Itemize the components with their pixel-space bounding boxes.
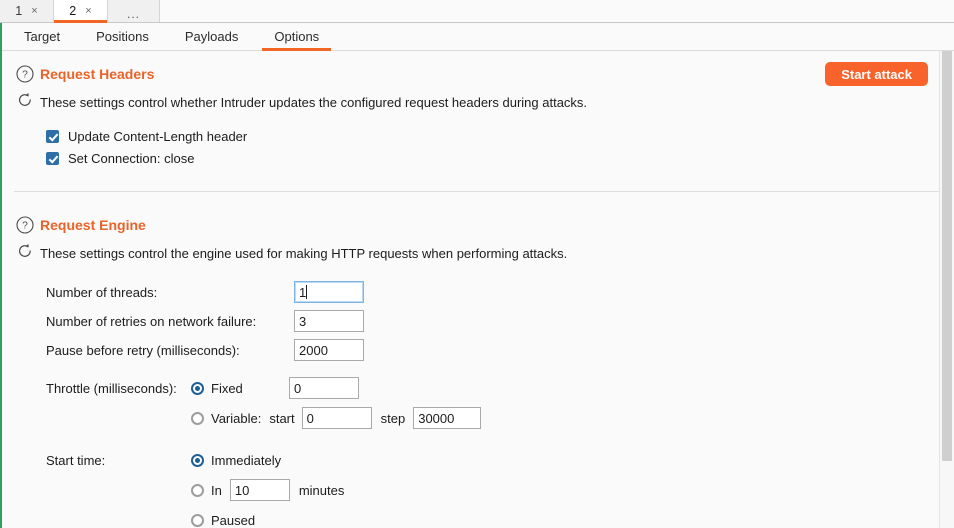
- section-title-request-engine: Request Engine: [40, 217, 146, 233]
- section-title-request-headers: Request Headers: [40, 66, 155, 82]
- radio-label-start-in: In: [211, 482, 222, 498]
- field-row-threads: Number of threads:: [46, 280, 954, 304]
- attack-tab-strip: 1 × 2 × ...: [0, 0, 954, 23]
- tab-payloads[interactable]: Payloads: [167, 23, 256, 51]
- section-request-headers: ? Request Headers These settings control…: [0, 51, 954, 192]
- field-row-start-time-in: In minutes: [46, 478, 954, 502]
- options-scroll-area: ? Request Headers These settings control…: [0, 51, 954, 527]
- radio-label-start-paused: Paused: [211, 512, 256, 528]
- field-row-retries: Number of retries on network failure:: [46, 309, 954, 333]
- attack-tab-overflow[interactable]: ...: [108, 0, 160, 22]
- scrollbar-thumb[interactable]: [942, 51, 952, 461]
- input-throttle-start[interactable]: [301, 407, 372, 429]
- start-attack-button[interactable]: Start attack: [825, 62, 928, 86]
- checkbox-label-set-connection-close: Set Connection: close: [68, 150, 195, 166]
- input-number-of-retries[interactable]: [294, 310, 364, 332]
- field-row-start-time-paused: Paused: [46, 508, 954, 527]
- attack-tab-2[interactable]: 2 ×: [54, 0, 108, 23]
- radio-label-start-immediately: Immediately: [211, 452, 282, 468]
- options-content: ? Request Headers These settings control…: [0, 51, 954, 527]
- label-throttle-start: start: [269, 410, 295, 426]
- radio-label-throttle-fixed: Fixed: [211, 380, 243, 396]
- input-throttle-step[interactable]: [413, 407, 482, 429]
- tab-target[interactable]: Target: [6, 23, 78, 51]
- radio-throttle-fixed[interactable]: [191, 381, 204, 395]
- vertical-scrollbar[interactable]: [939, 51, 954, 528]
- section-gutter-icons: ?: [10, 214, 40, 260]
- radio-throttle-variable[interactable]: [191, 411, 204, 425]
- tab-strip-filler: [160, 0, 954, 22]
- refresh-icon[interactable]: [16, 91, 34, 109]
- field-row-pause-before-retry: Pause before retry (milliseconds):: [46, 338, 954, 362]
- input-throttle-fixed[interactable]: [289, 377, 359, 399]
- section-gutter-icons: ?: [10, 63, 40, 109]
- checkbox-row-update-content-length[interactable]: Update Content-Length header: [46, 125, 954, 147]
- tab-options[interactable]: Options: [256, 23, 337, 51]
- close-icon[interactable]: ×: [85, 5, 91, 17]
- text-caret: [306, 285, 307, 299]
- help-circle-icon[interactable]: ?: [16, 65, 34, 83]
- input-start-in-minutes[interactable]: [229, 479, 290, 501]
- section-request-engine: ? Request Engine These settings control …: [0, 192, 954, 527]
- intruder-options-window: 1 × 2 × ... Target Positions Payloads Op…: [0, 0, 954, 528]
- field-row-throttle-variable: Variable: start step: [46, 406, 954, 430]
- radio-label-throttle-variable: Variable:: [211, 410, 262, 426]
- close-icon[interactable]: ×: [31, 5, 37, 17]
- section-description-request-engine: These settings control the engine used f…: [40, 246, 568, 261]
- label-start-time: Start time:: [46, 452, 106, 468]
- svg-text:?: ?: [22, 221, 28, 232]
- radio-start-in[interactable]: [191, 483, 204, 497]
- field-row-start-time-immediately: Start time: Immediately: [46, 448, 954, 472]
- checkbox-label-update-content-length: Update Content-Length header: [68, 128, 248, 144]
- label-number-of-retries: Number of retries on network failure:: [46, 313, 257, 329]
- label-throttle: Throttle (milliseconds):: [46, 380, 177, 396]
- label-throttle-step: step: [380, 410, 406, 426]
- svg-text:?: ?: [22, 70, 28, 81]
- label-number-of-threads: Number of threads:: [46, 284, 158, 300]
- checkbox-update-content-length[interactable]: [46, 129, 59, 143]
- label-pause-before-retry: Pause before retry (milliseconds):: [46, 342, 240, 358]
- left-accent-bar: [0, 23, 2, 528]
- attack-tab-1[interactable]: 1 ×: [0, 0, 54, 22]
- field-row-throttle-fixed: Throttle (milliseconds): Fixed: [46, 376, 954, 400]
- section-description-request-headers: These settings control whether Intruder …: [40, 95, 588, 110]
- attack-tab-2-label: 2: [69, 4, 77, 18]
- input-pause-before-retry[interactable]: [294, 339, 364, 361]
- label-minutes-suffix: minutes: [298, 482, 345, 498]
- attack-tab-1-label: 1: [15, 4, 23, 18]
- refresh-icon[interactable]: [16, 242, 34, 260]
- tab-positions[interactable]: Positions: [78, 23, 167, 51]
- radio-start-immediately[interactable]: [191, 453, 204, 467]
- intruder-subtabs: Target Positions Payloads Options: [0, 23, 954, 51]
- checkbox-row-set-connection-close[interactable]: Set Connection: close: [46, 147, 954, 169]
- help-circle-icon[interactable]: ?: [16, 216, 34, 234]
- checkbox-set-connection-close[interactable]: [46, 151, 59, 165]
- radio-start-paused[interactable]: [191, 513, 204, 527]
- input-number-of-threads[interactable]: [294, 281, 364, 303]
